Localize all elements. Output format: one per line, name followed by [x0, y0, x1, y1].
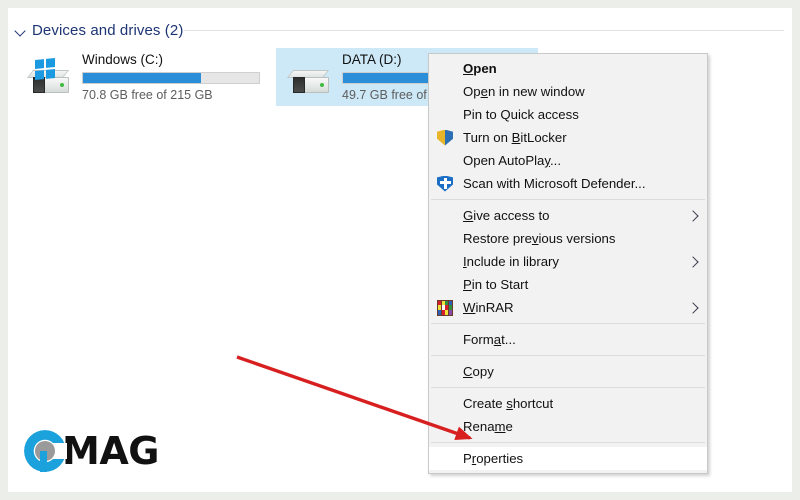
explorer-content-pane: Devices and drives (2) Windows (C:) 70.8… [8, 8, 792, 492]
menu-item-label: Open in new window [463, 84, 585, 99]
menu-item-open-autoplay[interactable]: Open AutoPlay... [429, 149, 707, 172]
group-header-label: Devices and drives (2) [32, 21, 184, 39]
menu-separator [431, 387, 705, 388]
context-menu[interactable]: Open Open in new window Pin to Quick acces… [428, 53, 708, 474]
menu-item-label: Open AutoPlay... [463, 153, 562, 168]
submenu-chevron-icon [687, 255, 699, 268]
menu-item-label: Open [463, 61, 497, 76]
hard-drive-icon [282, 53, 338, 101]
menu-separator [431, 199, 705, 200]
logo-mark-icon [24, 430, 67, 472]
winrar-icon [437, 299, 453, 316]
menu-item-label: Scan with Microsoft Defender... [463, 176, 646, 191]
menu-item-pin-to-start[interactable]: Pin to Start [429, 273, 707, 296]
group-header-devices-and-drives[interactable]: Devices and drives (2) [14, 20, 183, 40]
menu-item-winrar[interactable]: WinRAR [429, 296, 707, 319]
menu-item-rename[interactable]: Rename [429, 415, 707, 438]
menu-item-label: Pin to Quick access [463, 107, 579, 122]
menu-item-properties[interactable]: Properties [429, 447, 707, 470]
menu-item-label: WinRAR [463, 300, 514, 315]
menu-item-label: Include in library [463, 254, 560, 269]
menu-item-label: Give access to [463, 208, 550, 223]
watermark-text: MAG [62, 429, 159, 473]
menu-item-label: Turn on BitLocker [463, 130, 567, 145]
menu-item-label: Create shortcut [463, 396, 554, 411]
menu-separator [431, 323, 705, 324]
watermark-logo: MAG [24, 430, 159, 472]
menu-item-copy[interactable]: Copy [429, 360, 707, 383]
menu-item-label: Format... [463, 332, 516, 347]
menu-item-give-access-to[interactable]: Give access to [429, 204, 707, 227]
hard-drive-windows-icon [22, 53, 78, 101]
drive-capacity-bar [82, 72, 260, 84]
menu-item-label: Restore previous versions [463, 231, 616, 246]
screenshot-frame: Devices and drives (2) Windows (C:) 70.8… [0, 0, 800, 500]
menu-item-label: Pin to Start [463, 277, 529, 292]
menu-item-scan-with-microsoft-defender[interactable]: Scan with Microsoft Defender... [429, 172, 707, 195]
menu-item-open-in-new-window[interactable]: Open in new window [429, 80, 707, 103]
defender-shield-icon [437, 175, 453, 192]
drive-info: Windows (C:) 70.8 GB free of 215 GB [78, 51, 264, 103]
menu-item-label: Copy [463, 364, 494, 379]
drive-capacity-fill [83, 73, 201, 83]
menu-item-turn-on-bitlocker[interactable]: Turn on BitLocker [429, 126, 707, 149]
menu-separator [431, 355, 705, 356]
group-header-divider [184, 30, 784, 31]
menu-item-format[interactable]: Format... [429, 328, 707, 351]
menu-item-label: Properties [463, 451, 524, 466]
menu-item-pin-to-quick-access[interactable]: Pin to Quick access [429, 103, 707, 126]
drive-free-space-label: 70.8 GB free of 215 GB [82, 88, 213, 102]
bitlocker-shield-icon [437, 129, 453, 146]
menu-item-label: Rename [463, 419, 513, 434]
menu-item-open[interactable]: Open [429, 57, 707, 80]
drive-label: Windows (C:) [82, 52, 164, 67]
menu-item-include-in-library[interactable]: Include in library [429, 250, 707, 273]
menu-item-restore-previous-versions[interactable]: Restore previous versions [429, 227, 707, 250]
drive-tile-windows-c[interactable]: Windows (C:) 70.8 GB free of 215 GB [16, 48, 264, 106]
submenu-chevron-icon [687, 301, 699, 314]
chevron-down-icon[interactable] [14, 24, 27, 37]
menu-separator [431, 442, 705, 443]
menu-item-create-shortcut[interactable]: Create shortcut [429, 392, 707, 415]
submenu-chevron-icon [687, 209, 699, 222]
